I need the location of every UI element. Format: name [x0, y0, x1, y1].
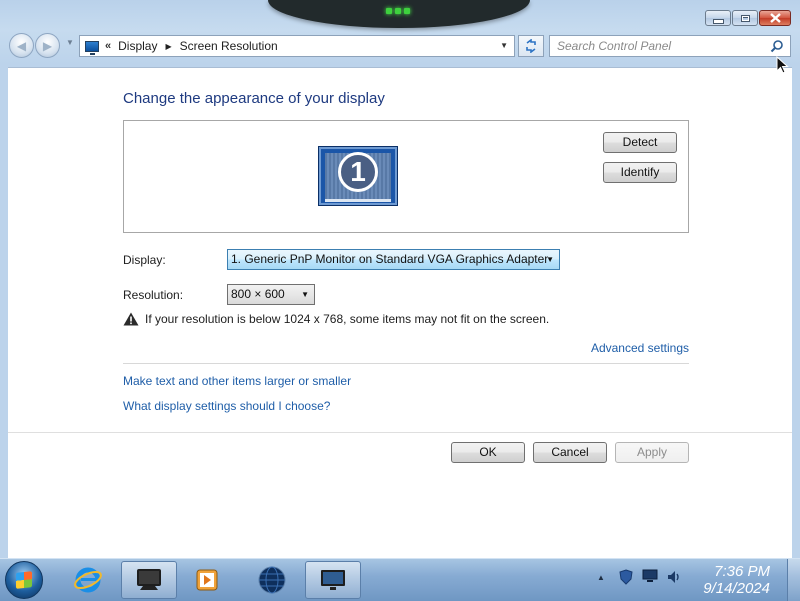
volume-icon[interactable]	[666, 569, 682, 585]
back-button[interactable]: ◀	[9, 33, 34, 58]
back-arrow-icon: ◀	[16, 38, 27, 53]
identify-button[interactable]: Identify	[603, 162, 677, 183]
page-title: Change the appearance of your display	[123, 90, 385, 107]
resolution-warning: If your resolution is below 1024 x 768, …	[123, 312, 549, 326]
cancel-button[interactable]: Cancel	[533, 442, 607, 463]
minimize-icon	[712, 18, 724, 24]
search-placeholder: Search Control Panel	[557, 39, 672, 53]
forward-arrow-icon: ▶	[42, 38, 53, 53]
chevron-down-icon: ▼	[546, 255, 554, 264]
warning-icon	[123, 312, 139, 326]
taskbar-display-settings[interactable]	[121, 561, 177, 599]
close-icon	[769, 13, 781, 23]
refresh-icon	[526, 39, 536, 53]
start-button[interactable]	[5, 561, 43, 599]
display-label: Display:	[123, 253, 166, 267]
address-dropdown-icon[interactable]: ▼	[500, 41, 508, 50]
navigation-buttons: ◀ ▶	[9, 33, 60, 58]
taskbar-internet-explorer[interactable]	[60, 561, 116, 599]
display-settings-help-link[interactable]: What display settings should I choose?	[123, 399, 330, 413]
show-hidden-icons-button[interactable]: ▲	[597, 573, 605, 582]
windows-logo-icon	[16, 571, 32, 589]
media-player-icon	[196, 569, 218, 591]
system-clock[interactable]: 7:36 PM 9/14/2024	[703, 563, 770, 597]
display-select[interactable]: 1. Generic PnP Monitor on Standard VGA G…	[227, 249, 560, 270]
detect-button[interactable]: Detect	[603, 132, 677, 153]
taskbar-screen-resolution[interactable]	[305, 561, 361, 599]
screen-resolution-window: ◀ ▶ ▼ « Display ▶ Screen Resolution ▼ Se…	[0, 0, 800, 559]
caption-buttons	[705, 10, 791, 26]
screen-resolution-icon	[321, 570, 345, 590]
display-icon	[137, 569, 161, 590]
breadcrumb-separator-icon[interactable]: ▶	[165, 42, 171, 51]
clock-time: 7:36 PM	[714, 563, 770, 580]
taskbar-globe-app[interactable]	[244, 561, 300, 599]
close-button[interactable]	[759, 10, 791, 26]
resolution-select-value: 800 × 600	[231, 287, 285, 301]
ok-button[interactable]: OK	[451, 442, 525, 463]
display-select-value: 1. Generic PnP Monitor on Standard VGA G…	[231, 252, 549, 266]
content-pane: Change the appearance of your display 1 …	[8, 67, 792, 559]
refresh-button[interactable]	[518, 35, 544, 57]
display-location-icon	[85, 40, 99, 55]
clock-date: 9/14/2024	[703, 580, 770, 597]
network-icon[interactable]	[642, 569, 658, 583]
maximize-button[interactable]	[732, 10, 758, 26]
monitor-arrangement-panel: 1 Detect Identify	[123, 120, 689, 233]
taskbar-media-player[interactable]	[180, 561, 236, 599]
address-bar[interactable]: « Display ▶ Screen Resolution ▼	[79, 35, 515, 57]
top-notch	[268, 0, 530, 28]
search-icon[interactable]	[770, 39, 784, 53]
monitor-number: 1	[338, 152, 378, 192]
resolution-select[interactable]: 800 × 600 ▼	[227, 284, 315, 305]
taskbar: ▲ 7:36 PM 9/14/2024	[0, 558, 800, 601]
footer-divider	[8, 432, 792, 433]
monitor-1-tile[interactable]: 1	[318, 146, 398, 206]
chevron-down-icon: ▼	[301, 290, 309, 299]
mouse-cursor-icon	[776, 56, 789, 74]
advanced-settings-link[interactable]: Advanced settings	[591, 341, 689, 355]
globe-icon	[258, 566, 286, 594]
internet-explorer-icon	[74, 567, 102, 593]
maximize-icon	[740, 14, 750, 22]
status-leds	[386, 8, 410, 14]
warning-text: If your resolution is below 1024 x 768, …	[145, 312, 550, 326]
shield-icon[interactable]	[619, 569, 633, 585]
resolution-label: Resolution:	[123, 288, 184, 302]
divider	[123, 363, 689, 364]
show-desktop-button[interactable]	[787, 559, 800, 601]
apply-button[interactable]: Apply	[615, 442, 689, 463]
breadcrumb-screen-resolution[interactable]: Screen Resolution	[180, 39, 278, 53]
search-input[interactable]: Search Control Panel	[549, 35, 791, 57]
minimize-button[interactable]	[705, 10, 731, 26]
forward-button[interactable]: ▶	[35, 33, 60, 58]
text-size-link[interactable]: Make text and other items larger or smal…	[123, 374, 351, 388]
recent-pages-dropdown-icon[interactable]: ▼	[66, 38, 74, 47]
breadcrumb-display[interactable]: Display	[118, 39, 157, 53]
breadcrumb-overflow[interactable]: «	[105, 40, 111, 52]
